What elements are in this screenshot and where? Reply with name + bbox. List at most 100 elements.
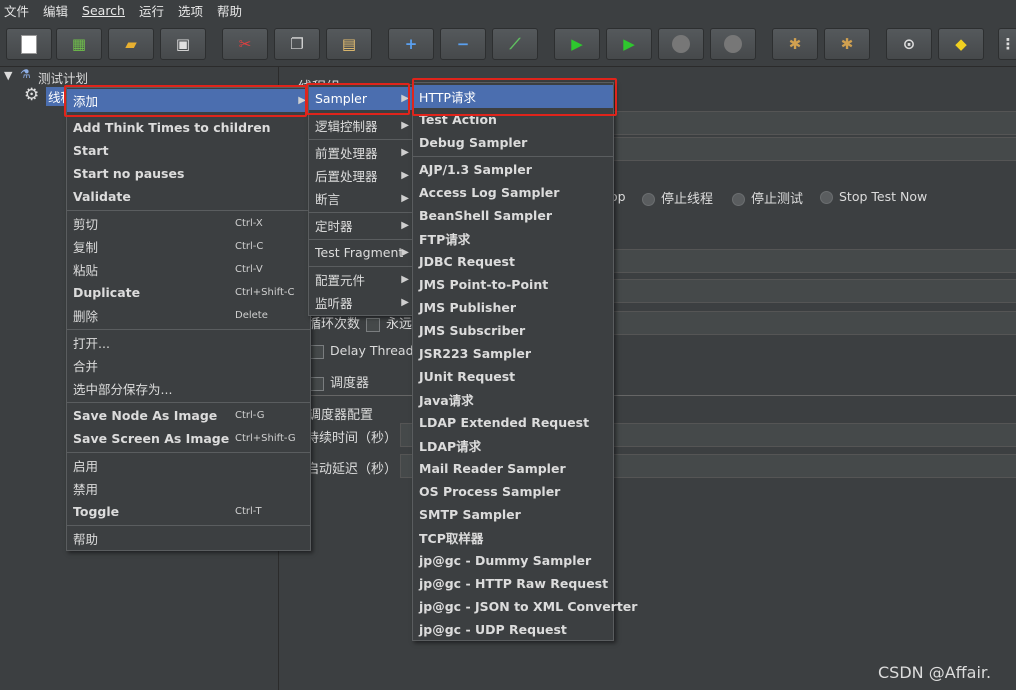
new-icon[interactable] bbox=[6, 28, 52, 60]
open-icon[interactable]: ▰ bbox=[108, 28, 154, 60]
menu-item-add-think-times[interactable]: Add Think Times to children bbox=[67, 116, 310, 139]
menu-item-label: Java请求 bbox=[419, 393, 474, 408]
more-icon[interactable]: ⋮ bbox=[998, 28, 1016, 60]
paste-icon[interactable]: ▤ bbox=[326, 28, 372, 60]
start-icon[interactable]: ▶ bbox=[554, 28, 600, 60]
sampler-item-beanshell[interactable]: BeanShell Sampler bbox=[413, 204, 613, 227]
sampler-item-ajp[interactable]: AJP/1.3 Sampler bbox=[413, 158, 613, 181]
search-icon[interactable]: ⊙ bbox=[886, 28, 932, 60]
menu-item-validate[interactable]: Validate bbox=[67, 185, 310, 208]
watermark: CSDN @Affair. bbox=[878, 663, 992, 682]
stop-icon[interactable] bbox=[658, 28, 704, 60]
menu-item-help[interactable]: 帮助 bbox=[67, 527, 310, 550]
menu-item-label: AJP/1.3 Sampler bbox=[419, 162, 532, 177]
submenu-item-config-element[interactable]: 配置元件 ▶ bbox=[309, 268, 413, 291]
menu-item-duplicate[interactable]: Duplicate Ctrl+Shift-C bbox=[67, 281, 310, 304]
sampler-item-debug-sampler[interactable]: Debug Sampler bbox=[413, 131, 613, 154]
menu-item-start-no-pauses[interactable]: Start no pauses bbox=[67, 162, 310, 185]
copy-icon[interactable]: ❐ bbox=[274, 28, 320, 60]
menu-file[interactable]: 文件 bbox=[4, 1, 29, 20]
menu-item-start[interactable]: Start bbox=[67, 139, 310, 162]
sampler-item-jms-subscriber[interactable]: JMS Subscriber bbox=[413, 319, 613, 342]
menu-item-copy[interactable]: 复制 Ctrl-C bbox=[67, 235, 310, 258]
sampler-item-jpgc-json-xml[interactable]: jp@gc - JSON to XML Converter bbox=[413, 595, 637, 618]
menu-item-label: Toggle bbox=[73, 504, 120, 519]
submenu-arrow-icon: ▶ bbox=[401, 170, 409, 181]
submenu-item-timer[interactable]: 定时器 ▶ bbox=[309, 214, 413, 237]
menu-item-label: jp@gc - UDP Request bbox=[419, 622, 567, 637]
thread-group-gear-icon: ⚙ bbox=[24, 85, 40, 105]
sampler-item-java[interactable]: Java请求 bbox=[413, 388, 613, 411]
menu-item-label: 打开... bbox=[73, 336, 110, 351]
menu-item-label: LDAP请求 bbox=[419, 439, 482, 454]
sampler-item-junit[interactable]: JUnit Request bbox=[413, 365, 613, 388]
sampler-item-jsr223[interactable]: JSR223 Sampler bbox=[413, 342, 613, 365]
menu-edit[interactable]: 编辑 bbox=[43, 1, 68, 20]
shutdown-icon[interactable] bbox=[710, 28, 756, 60]
sampler-item-tcp[interactable]: TCP取样器 bbox=[413, 526, 613, 549]
start-no-pauses-icon[interactable]: ▶ bbox=[606, 28, 652, 60]
sampler-item-jdbc[interactable]: JDBC Request bbox=[413, 250, 613, 273]
menu-help[interactable]: 帮助 bbox=[217, 1, 242, 20]
duration-label: 持续时间（秒） bbox=[306, 431, 398, 446]
submenu-item-pre-processor[interactable]: 前置处理器 ▶ bbox=[309, 141, 413, 164]
sampler-item-jms-p2p[interactable]: JMS Point-to-Point bbox=[413, 273, 613, 296]
menu-search[interactable]: Search bbox=[82, 3, 125, 18]
submenu-item-logic-controller[interactable]: 逻辑控制器 ▶ bbox=[309, 114, 413, 137]
menu-item-open[interactable]: 打开... bbox=[67, 331, 310, 354]
clear-icon[interactable]: ✱ bbox=[772, 28, 818, 60]
sampler-item-access-log[interactable]: Access Log Sampler bbox=[413, 181, 613, 204]
submenu-item-post-processor[interactable]: 后置处理器 ▶ bbox=[309, 164, 413, 187]
reset-search-icon[interactable]: ◆ bbox=[938, 28, 984, 60]
menu-item-disable[interactable]: 禁用 bbox=[67, 477, 310, 500]
menu-item-cut[interactable]: 剪切 Ctrl-X bbox=[67, 212, 310, 235]
sampler-item-ftp[interactable]: FTP请求 bbox=[413, 227, 613, 250]
submenu-arrow-icon: ▶ bbox=[401, 247, 409, 258]
sampler-item-jms-publisher[interactable]: JMS Publisher bbox=[413, 296, 613, 319]
submenu-arrow-icon: ▶ bbox=[401, 297, 409, 308]
menu-item-shortcut: Ctrl-G bbox=[235, 410, 265, 421]
toggle-icon[interactable]: ⟋ bbox=[492, 28, 538, 60]
annotation-box-http-request bbox=[412, 78, 617, 116]
menu-item-paste[interactable]: 粘贴 Ctrl-V bbox=[67, 258, 310, 281]
sampler-item-jpgc-udp[interactable]: jp@gc - UDP Request bbox=[413, 618, 613, 641]
menu-item-label: 配置元件 bbox=[315, 273, 366, 288]
delay-thread-checkbox[interactable]: Delay Thread c bbox=[310, 343, 424, 359]
menu-item-enable[interactable]: 启用 bbox=[67, 454, 310, 477]
sampler-item-ldap[interactable]: LDAP请求 bbox=[413, 434, 613, 457]
submenu-item-test-fragment[interactable]: Test Fragment ▶ bbox=[309, 241, 413, 264]
menu-item-label: 启用 bbox=[73, 459, 99, 474]
delay-thread-label: Delay Thread c bbox=[330, 343, 425, 358]
templates-icon[interactable]: ▦ bbox=[56, 28, 102, 60]
menu-item-delete[interactable]: 删除 Delete bbox=[67, 304, 310, 327]
sampler-item-ldap-extended[interactable]: LDAP Extended Request bbox=[413, 411, 613, 434]
forever-label: 永远 bbox=[386, 317, 413, 332]
tree-expand-icon[interactable]: ▼ bbox=[4, 69, 12, 82]
menu-separator bbox=[67, 329, 310, 330]
expand-icon[interactable]: + bbox=[388, 28, 434, 60]
submenu-item-assertion[interactable]: 断言 ▶ bbox=[309, 187, 413, 210]
menu-separator bbox=[309, 212, 413, 213]
save-icon[interactable]: ▣ bbox=[160, 28, 206, 60]
clear-all-icon[interactable]: ✱ bbox=[824, 28, 870, 60]
menu-item-toggle[interactable]: Toggle Ctrl-T bbox=[67, 500, 310, 523]
collapse-icon[interactable]: − bbox=[440, 28, 486, 60]
menu-item-save-node-image[interactable]: Save Node As Image Ctrl-G bbox=[67, 404, 310, 427]
sampler-item-smtp[interactable]: SMTP Sampler bbox=[413, 503, 613, 526]
menu-item-merge[interactable]: 合并 bbox=[67, 354, 310, 377]
sampler-item-os-process[interactable]: OS Process Sampler bbox=[413, 480, 613, 503]
menu-item-save-selection[interactable]: 选中部分保存为... bbox=[67, 377, 310, 400]
scheduler-checkbox[interactable]: 调度器 bbox=[310, 372, 369, 391]
radio-stop-test[interactable]: 停止测试 bbox=[732, 188, 803, 207]
sampler-item-mail-reader[interactable]: Mail Reader Sampler bbox=[413, 457, 613, 480]
menu-item-label: 后置处理器 bbox=[315, 169, 378, 184]
menu-item-save-screen-image[interactable]: Save Screen As Image Ctrl+Shift-G bbox=[67, 427, 310, 450]
radio-stop-thread[interactable]: 停止线程 bbox=[642, 188, 713, 207]
cut-icon[interactable]: ✂ bbox=[222, 28, 268, 60]
menu-run[interactable]: 运行 bbox=[139, 1, 164, 20]
menu-options[interactable]: 选项 bbox=[178, 1, 203, 20]
sampler-item-jpgc-dummy[interactable]: jp@gc - Dummy Sampler bbox=[413, 549, 613, 572]
submenu-item-listener[interactable]: 监听器 ▶ bbox=[309, 291, 413, 314]
sampler-item-jpgc-http-raw[interactable]: jp@gc - HTTP Raw Request bbox=[413, 572, 613, 595]
radio-stop-test-now[interactable]: Stop Test Now bbox=[820, 189, 927, 204]
